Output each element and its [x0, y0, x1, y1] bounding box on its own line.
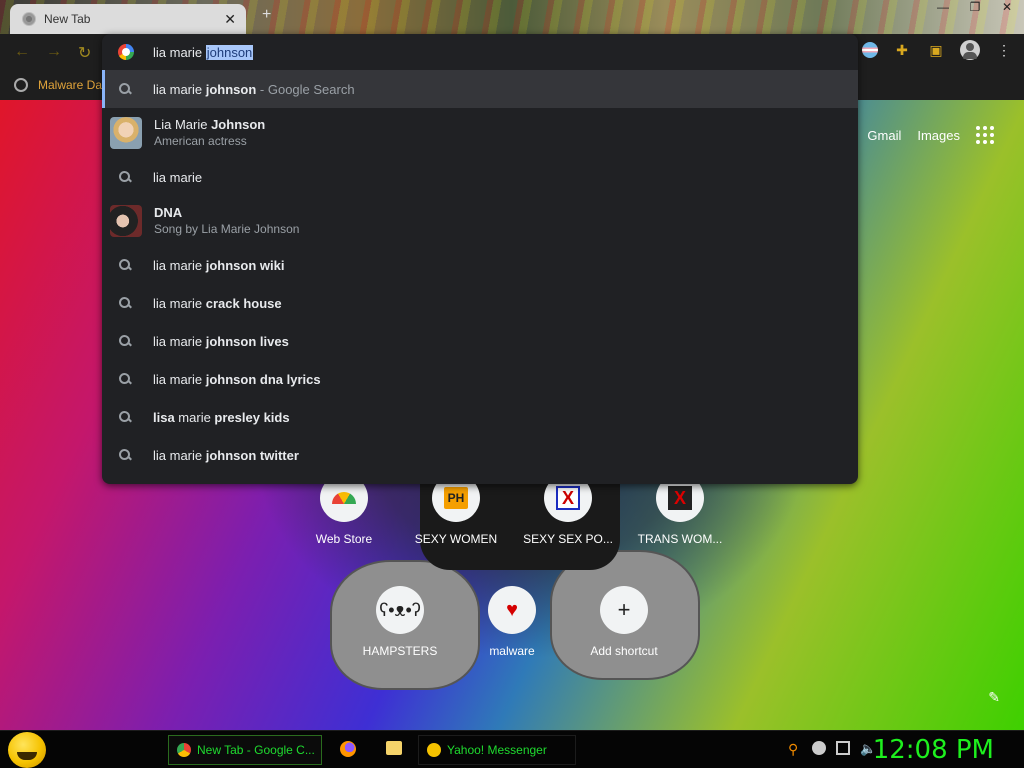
- search-icon: [118, 82, 132, 96]
- taskbar-yahoo-messenger[interactable]: Yahoo! Messenger: [418, 735, 576, 765]
- suggestion-row[interactable]: lia marie: [102, 158, 858, 196]
- google-logo-icon: [118, 44, 134, 60]
- tab-close-icon[interactable]: ✕: [224, 11, 236, 28]
- taskbar: New Tab - Google C... Yahoo! Messenger ⚲…: [0, 730, 1024, 768]
- suggestion-row[interactable]: lia marie johnson twitter: [102, 436, 858, 474]
- typed-text: lia marie: [153, 44, 206, 60]
- search-tray-icon[interactable]: ⚲: [788, 741, 802, 757]
- taskbar-chrome-window[interactable]: New Tab - Google C...: [168, 735, 322, 765]
- circle-tray-icon[interactable]: [812, 741, 826, 755]
- suggestion-row[interactable]: lisa marie presley kids: [102, 398, 858, 436]
- search-icon: [118, 448, 132, 462]
- minimize-icon[interactable]: —: [936, 0, 950, 14]
- gmail-link[interactable]: Gmail: [867, 128, 901, 143]
- clock: 12:08 PM: [872, 735, 994, 765]
- profile-avatar-icon[interactable]: [960, 40, 980, 60]
- forward-icon[interactable]: →: [46, 43, 62, 61]
- apps-grid-icon[interactable]: [976, 126, 994, 144]
- window-controls: — ❐ ✕: [936, 0, 1014, 14]
- heart-icon: ♥: [506, 598, 518, 621]
- folder-icon[interactable]: [386, 741, 402, 755]
- chrome-icon: [177, 743, 191, 757]
- plus-icon: +: [617, 597, 631, 622]
- shortcut-hampsters[interactable]: ʕ•ᴥ•ʔ HAMPSTERS: [344, 586, 456, 658]
- suggestion-list: lia marie johnson - Google Search Lia Ma…: [102, 70, 858, 474]
- autocomplete-selection: johnson: [205, 44, 254, 60]
- shortcut-sexy-sex-po[interactable]: X SEXY SEX PO...: [512, 474, 624, 546]
- suggestion-row-entity[interactable]: DNA Song by Lia Marie Johnson: [102, 196, 858, 246]
- omnibox-dropdown: lia marie johnson lia marie johnson - Go…: [102, 34, 858, 484]
- shortcut-malware[interactable]: ♥ malware: [456, 586, 568, 658]
- suggestion-row[interactable]: lia marie johnson - Google Search: [102, 70, 858, 108]
- network-icon[interactable]: [836, 741, 850, 755]
- start-smiley-icon[interactable]: [8, 732, 46, 768]
- tab-strip: New Tab ✕ + — ❐ ✕: [0, 0, 1024, 34]
- side-panel-icon[interactable]: ▣: [926, 40, 946, 60]
- firefox-icon[interactable]: [340, 741, 356, 757]
- reload-icon[interactable]: ↻: [78, 43, 91, 63]
- shortcut-trans-wom[interactable]: X TRANS WOM...: [624, 474, 736, 546]
- lia-marie-johnson-thumbnail: [110, 117, 142, 149]
- suggestion-row[interactable]: lia marie crack house: [102, 284, 858, 322]
- restore-icon[interactable]: ❐: [968, 0, 982, 14]
- chrome-tab-icon: [22, 12, 36, 26]
- search-icon: [118, 372, 132, 386]
- search-icon: [118, 334, 132, 348]
- tab-new-tab[interactable]: New Tab ✕: [10, 4, 246, 34]
- new-tab-button[interactable]: +: [262, 6, 271, 24]
- system-tray: ⚲ 🔈: [788, 741, 876, 757]
- menu-kebab-icon[interactable]: ⋮: [994, 40, 1014, 60]
- suggestion-row[interactable]: lia marie johnson wiki: [102, 246, 858, 284]
- hamster-face-icon: ʕ•ᴥ•ʔ: [379, 599, 421, 620]
- address-bar-input[interactable]: lia marie johnson: [102, 34, 858, 70]
- ph-logo-icon: PH: [444, 487, 468, 509]
- tab-title: New Tab: [44, 12, 91, 26]
- search-icon: [118, 296, 132, 310]
- search-icon: [118, 410, 132, 424]
- search-icon: [118, 258, 132, 272]
- search-icon: [118, 170, 132, 184]
- x-red-logo-icon: X: [668, 486, 692, 510]
- dna-song-thumbnail: [110, 205, 142, 237]
- window-close-icon[interactable]: ✕: [1000, 0, 1014, 14]
- web-store-icon: [332, 492, 356, 504]
- back-icon[interactable]: ←: [14, 43, 30, 61]
- bookmark-malware-da[interactable]: Malware Da: [38, 78, 102, 92]
- yahoo-smiley-icon: [427, 743, 441, 757]
- images-link[interactable]: Images: [917, 128, 960, 143]
- shortcut-add[interactable]: + Add shortcut: [568, 586, 680, 658]
- suggestion-row-entity[interactable]: Lia Marie Johnson American actress: [102, 108, 858, 158]
- customize-pencil-icon[interactable]: ✎: [988, 689, 1000, 706]
- shortcut-sexy-women[interactable]: PH SEXY WOMEN: [400, 474, 512, 546]
- ntp-top-links: Gmail Images: [867, 126, 994, 144]
- shortcut-web-store[interactable]: Web Store: [288, 474, 400, 546]
- suggestion-row[interactable]: lia marie johnson lives: [102, 322, 858, 360]
- toolbar-right-icons: ✚ ▣ ⋮: [862, 40, 1014, 60]
- extensions-puzzle-icon[interactable]: ✚: [892, 40, 912, 60]
- flag-extension-icon[interactable]: [862, 42, 878, 58]
- globe-icon: [14, 78, 28, 92]
- suggestion-row[interactable]: lia marie johnson dna lyrics: [102, 360, 858, 398]
- x-logo-icon: X: [556, 486, 580, 510]
